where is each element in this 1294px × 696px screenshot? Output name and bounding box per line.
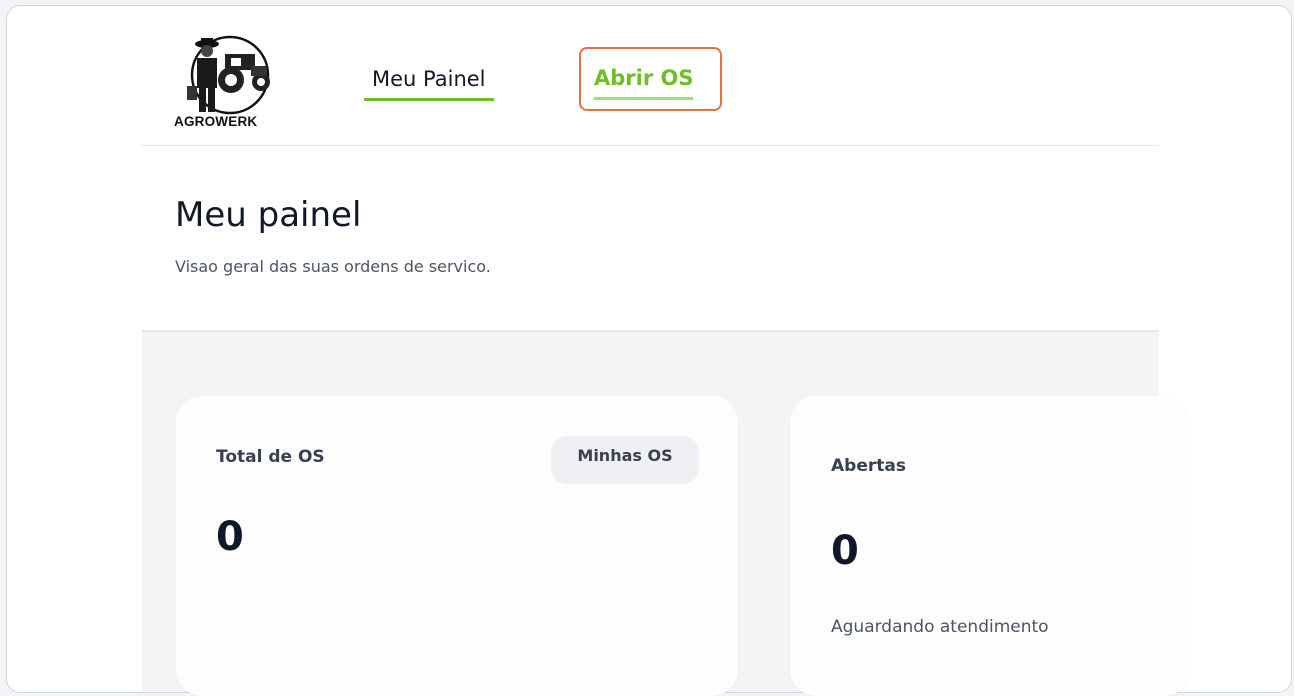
minhas-os-badge[interactable]: Minhas OS <box>551 436 699 484</box>
card-abertas-value: 0 <box>831 528 859 574</box>
page-title: Meu painel <box>175 195 362 235</box>
nav-abrir-os[interactable]: Abrir OS <box>594 66 694 100</box>
card-abertas-note: Aguardando atendimento <box>831 617 1049 637</box>
nav-meu-painel[interactable]: Meu Painel <box>364 67 493 101</box>
page-subtitle: Visao geral das suas ordens de servico. <box>175 257 491 276</box>
brand-name: AGROWERK <box>174 114 258 129</box>
header-divider <box>142 145 1159 146</box>
card-total-value: 0 <box>216 514 244 560</box>
farmer-tractor-icon <box>187 35 270 115</box>
card-total-label: Total de OS <box>216 447 325 467</box>
brand-logo[interactable]: AGROWERK <box>174 34 286 132</box>
card-abertas-label: Abertas <box>831 456 906 476</box>
